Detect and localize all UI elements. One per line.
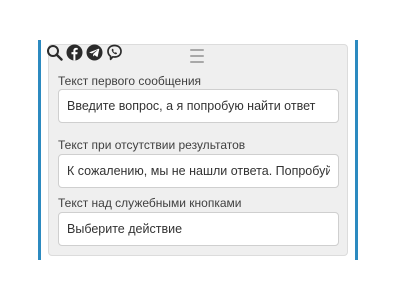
drag-handle-icon[interactable] <box>190 49 204 63</box>
no-results-label: Текст при отсутствии результатов <box>58 138 246 152</box>
no-results-input[interactable] <box>58 154 339 188</box>
facebook-icon[interactable] <box>66 44 83 61</box>
settings-widget: Текст первого сообщения Текст при отсутс… <box>0 0 400 300</box>
search-icon[interactable] <box>46 44 63 61</box>
viber-icon[interactable] <box>106 44 123 61</box>
service-buttons-input[interactable] <box>58 212 339 246</box>
frame-border-right <box>355 40 358 260</box>
first-message-input[interactable] <box>58 89 339 123</box>
telegram-icon[interactable] <box>86 44 103 61</box>
service-buttons-label: Текст над служебными кнопками <box>58 196 242 210</box>
channel-icons-toolbar <box>46 42 123 62</box>
frame-border-left <box>38 40 41 260</box>
first-message-label: Текст первого сообщения <box>58 74 202 88</box>
